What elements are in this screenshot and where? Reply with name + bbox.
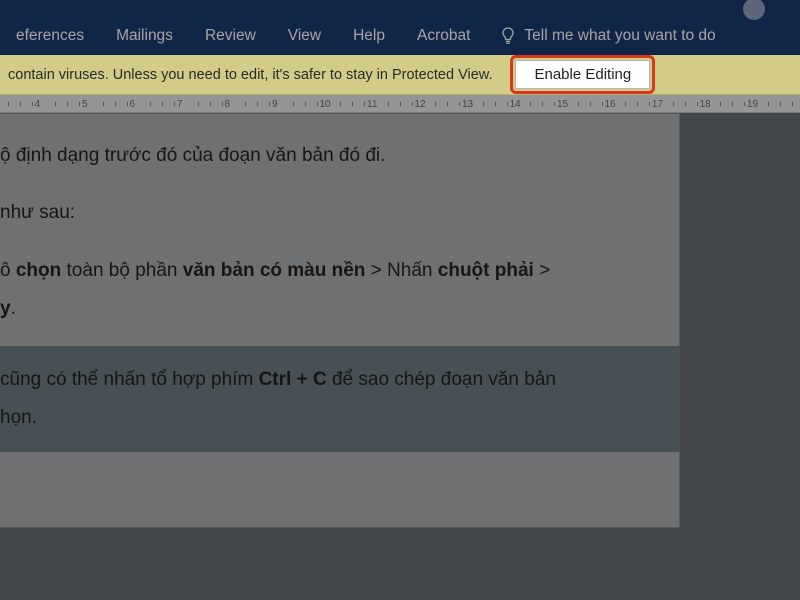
body-text: ộ định dạng trước đó của đoạn văn bản đó… [0,141,669,170]
document-area: ộ định dạng trước đó của đoạn văn bản đó… [0,113,800,600]
ruler-minor-tick [210,102,211,106]
ruler-minor-tick [115,102,116,106]
ruler-minor-tick [602,102,603,106]
ruler-minor-tick [127,102,128,106]
body-step-line2: y. [0,294,669,323]
avatar[interactable] [743,0,765,20]
ruler-minor-tick [400,102,401,106]
selected-line1: cũng có thể nhấn tổ hợp phím Ctrl + C để… [0,365,670,394]
ruler-minor-tick [649,102,650,106]
ruler-minor-tick [637,102,638,106]
ruler-minor-tick [732,102,733,106]
ruler-minor-tick [20,102,21,106]
ruler-tick: 18 [700,95,711,113]
horizontal-ruler[interactable]: 345678910111213141516171819 [0,95,800,113]
ruler-minor-tick [780,102,781,106]
document-page[interactable]: ộ định dạng trước đó của đoạn văn bản đó… [0,113,680,528]
ruler-tick: 8 [225,95,231,113]
tab-references[interactable]: eferences [0,21,100,51]
ruler-minor-tick [388,102,389,106]
ruler-minor-tick [447,102,448,106]
ruler-tick: 7 [177,95,183,113]
lightbulb-icon [500,27,516,45]
ruler-minor-tick [685,102,686,106]
ruler-minor-tick [768,102,769,106]
tell-me-search[interactable]: Tell me what you want to do [486,21,729,51]
ruler-minor-tick [673,102,674,106]
ruler-minor-tick [435,102,436,106]
selected-line2: họn. [0,403,670,432]
tab-review[interactable]: Review [189,21,272,51]
ruler-minor-tick [55,102,56,106]
ruler-minor-tick [340,102,341,106]
ruler-minor-tick [507,102,508,106]
body-text: như sau: [0,198,669,227]
enable-editing-button[interactable]: Enable Editing [515,60,650,89]
ruler-tick: 19 [747,95,758,113]
ruler-minor-tick [305,102,306,106]
ruler-minor-tick [625,102,626,106]
ruler-tick: 10 [320,95,331,113]
ruler-minor-tick [578,102,579,106]
ruler-minor-tick [198,102,199,106]
tab-mailings[interactable]: Mailings [100,21,189,51]
ruler-tick: 12 [415,95,426,113]
tab-view[interactable]: View [272,21,337,51]
ruler-minor-tick [174,102,175,106]
ruler-minor-tick [744,102,745,106]
ruler-minor-tick [269,102,270,106]
ruler-tick: 4 [35,95,41,113]
ruler-minor-tick [162,102,163,106]
ruler-minor-tick [697,102,698,106]
ruler-minor-tick [412,102,413,106]
ruler-minor-tick [103,102,104,106]
ruler-minor-tick [530,102,531,106]
ruler-minor-tick [364,102,365,106]
ruler-tick: 5 [82,95,88,113]
ruler-minor-tick [317,102,318,106]
ruler-tick: 17 [652,95,663,113]
ruler-tick: 11 [367,95,377,113]
ruler-minor-tick [245,102,246,106]
ruler-tick: 14 [510,95,521,113]
ruler-minor-tick [8,102,9,106]
tell-me-placeholder: Tell me what you want to do [524,27,715,45]
enable-editing-highlight: Enable Editing [510,55,655,94]
ruler-minor-tick [32,102,33,106]
ruler-minor-tick [720,102,721,106]
tab-help[interactable]: Help [337,21,401,51]
ruler-minor-tick [67,102,68,106]
tab-acrobat[interactable]: Acrobat [401,21,486,51]
ruler-minor-tick [459,102,460,106]
ribbon-tabs: eferences Mailings Review View Help Acro… [0,0,800,55]
protected-view-message: contain viruses. Unless you need to edit… [8,67,492,83]
ruler-tick: 9 [272,95,278,113]
ruler-minor-tick [542,102,543,106]
account-area [743,0,765,18]
ruler-minor-tick [79,102,80,106]
selected-text-block: cũng có thể nhấn tổ hợp phím Ctrl + C để… [0,346,680,452]
protected-view-bar: contain viruses. Unless you need to edit… [0,55,800,95]
ruler-tick: 6 [130,95,136,113]
ruler-minor-tick [554,102,555,106]
ruler-tick: 13 [462,95,473,113]
ruler-minor-tick [293,102,294,106]
ruler-minor-tick [150,102,151,106]
ruler-tick: 16 [605,95,616,113]
ruler-minor-tick [222,102,223,106]
body-step-line1: ô chọn toàn bộ phần văn bản có màu nền >… [0,256,669,285]
ruler-minor-tick [792,102,793,106]
ruler-minor-tick [483,102,484,106]
ruler-minor-tick [495,102,496,106]
ruler-minor-tick [352,102,353,106]
ruler-minor-tick [257,102,258,106]
ruler-minor-tick [590,102,591,106]
ruler-tick: 15 [557,95,568,113]
